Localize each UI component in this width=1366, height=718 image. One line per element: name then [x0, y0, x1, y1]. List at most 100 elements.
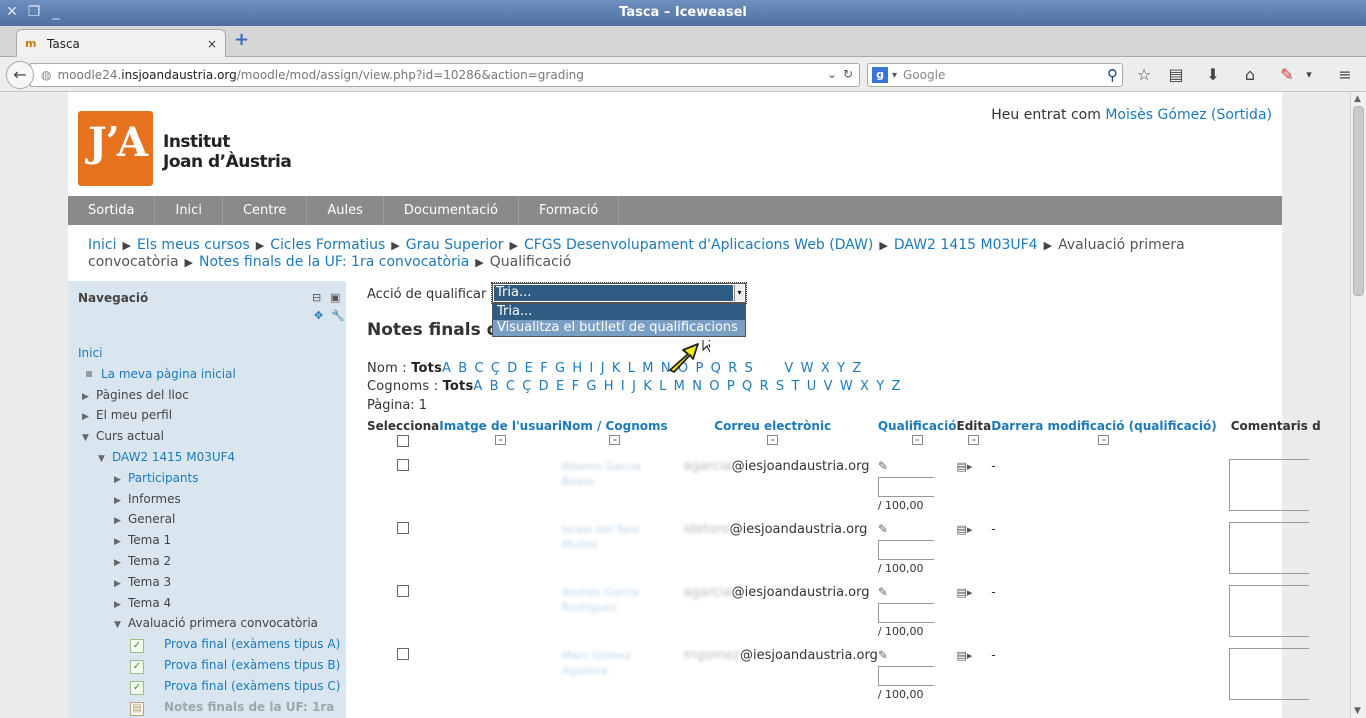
- dock-block-icon[interactable]: ▣: [330, 291, 340, 304]
- breadcrumb-link[interactable]: CFGS Desenvolupament d'Aplicacions Web (…: [524, 237, 873, 253]
- vertical-scrollbar[interactable]: ▲ ▼: [1350, 92, 1366, 718]
- addon-icon[interactable]: ✎: [1276, 64, 1298, 86]
- sidebar-item[interactable]: ▶ El meu perfil: [78, 405, 338, 426]
- home-icon[interactable]: ⌂: [1239, 64, 1261, 86]
- window-maximize-icon[interactable]: ❐: [26, 4, 42, 20]
- row-select-checkbox[interactable]: [397, 459, 410, 471]
- bookmark-star-icon[interactable]: ☆: [1133, 64, 1155, 86]
- edit-menu-icon[interactable]: ▤▸: [957, 586, 973, 599]
- sidebar-item[interactable]: ▼ DAW2 1415 M03UF4: [78, 447, 338, 468]
- grade-edit-icon[interactable]: ✎: [878, 648, 888, 662]
- feedback-comment-textarea[interactable]: [1228, 459, 1309, 511]
- bookmarks-list-icon[interactable]: ▤: [1165, 64, 1187, 86]
- collapse-column-icon[interactable]: –: [495, 435, 507, 445]
- grading-action-select[interactable]: Tria... ▾: [491, 282, 747, 304]
- column-header[interactable]: Qualificació –: [878, 417, 957, 451]
- filter-all-link[interactable]: Tots: [411, 361, 442, 376]
- expand-icon[interactable]: ▶: [114, 491, 128, 512]
- breadcrumb-link[interactable]: Grau Superior: [406, 237, 504, 253]
- breadcrumb-link[interactable]: DAW2 1415 M03UF4: [894, 237, 1038, 253]
- menu-item-centre[interactable]: Centre: [223, 196, 308, 225]
- scroll-down-icon[interactable]: ▼: [1354, 706, 1361, 716]
- logout-link[interactable]: Sortida: [1216, 107, 1266, 123]
- grade-input[interactable]: [877, 477, 934, 497]
- collapse-column-icon[interactable]: –: [968, 435, 980, 445]
- dropdown-option[interactable]: Visualitza el butlletí de qualificacions: [493, 320, 745, 336]
- menu-item-inici[interactable]: Inici: [155, 196, 223, 225]
- expand-icon[interactable]: ▶: [114, 532, 128, 553]
- menu-icon[interactable]: ≡: [1334, 64, 1356, 86]
- breadcrumb-link[interactable]: Cicles Formatius: [270, 237, 385, 253]
- edit-menu-icon[interactable]: ▤▸: [957, 523, 973, 536]
- feedback-comment-textarea[interactable]: [1228, 522, 1309, 574]
- sidebar-item[interactable]: ▶ Tema 2: [78, 551, 338, 572]
- student-name-link[interactable]: Israel del Toro Muñoz: [562, 523, 638, 551]
- column-header[interactable]: Nom / Cognoms –: [562, 417, 668, 451]
- sidebar-item[interactable]: ▶ Tema 1: [78, 530, 338, 551]
- new-tab-icon[interactable]: +: [234, 31, 252, 49]
- student-name-link[interactable]: Marc Gómez Aguilera: [562, 649, 631, 677]
- search-bar[interactable]: g ▾ Google ⚲: [867, 63, 1123, 87]
- filter-all-link[interactable]: Tots: [443, 379, 474, 394]
- collapse-icon[interactable]: ▼: [114, 615, 128, 636]
- search-icon[interactable]: ⚲: [1107, 66, 1118, 84]
- breadcrumb-link[interactable]: Els meus cursos: [137, 237, 250, 253]
- grade-input[interactable]: [877, 540, 934, 560]
- tab-close-icon[interactable]: ×: [207, 37, 217, 51]
- edit-menu-icon[interactable]: ▤▸: [957, 649, 973, 662]
- edit-menu-icon[interactable]: ▤▸: [957, 460, 973, 473]
- url-history-dropdown-icon[interactable]: ⌄: [827, 67, 837, 81]
- expand-icon[interactable]: ▶: [114, 511, 128, 532]
- google-engine-icon[interactable]: g: [872, 67, 888, 83]
- column-header[interactable]: Darrera modificació (qualificació) –: [991, 417, 1217, 451]
- expand-icon[interactable]: ▶: [114, 574, 128, 595]
- student-name-link[interactable]: Andrés García Rodríguez: [562, 586, 639, 614]
- sidebar-item[interactable]: ✓ Prova final (exàmens tipus A): [78, 634, 340, 655]
- expand-icon[interactable]: ▶: [114, 553, 128, 574]
- sidebar-item[interactable]: ▶ General: [78, 509, 338, 530]
- grade-edit-icon[interactable]: ✎: [878, 459, 888, 473]
- window-close-icon[interactable]: ✕: [4, 4, 20, 20]
- sidebar-item[interactable]: ▶ Tema 3: [78, 572, 338, 593]
- scrollbar-thumb[interactable]: [1353, 106, 1364, 296]
- breadcrumb-link[interactable]: Notes finals de la UF: 1ra convocatòria: [199, 254, 469, 270]
- grade-input[interactable]: [877, 603, 934, 623]
- feedback-comment-textarea[interactable]: [1228, 585, 1309, 637]
- grade-input[interactable]: [877, 666, 934, 686]
- select-arrow-icon[interactable]: ▾: [734, 285, 744, 301]
- sidebar-item[interactable]: ▼ Avaluació primera convocatòria: [78, 613, 338, 634]
- move-block-icon[interactable]: ✥: [314, 309, 323, 322]
- expand-icon[interactable]: ▶: [82, 407, 96, 428]
- sidebar-item[interactable]: ▶ Tema 4: [78, 593, 338, 614]
- collapse-icon[interactable]: ▼: [98, 449, 112, 470]
- first-name-letter-links-tail[interactable]: V W X Y Z: [784, 361, 862, 376]
- back-button[interactable]: ←: [6, 61, 34, 89]
- browser-tab[interactable]: m Tasca ×: [16, 29, 226, 57]
- collapse-icon[interactable]: ▼: [82, 428, 96, 449]
- sidebar-item[interactable]: Inici: [78, 343, 338, 364]
- collapse-column-icon[interactable]: –: [767, 435, 779, 445]
- sidebar-item[interactable]: ▶ Pàgines del lloc: [78, 385, 338, 406]
- engine-dropdown-icon[interactable]: ▾: [892, 70, 897, 81]
- column-header[interactable]: Imatge de l'usuari –: [439, 417, 562, 451]
- breadcrumb-link[interactable]: Inici: [88, 237, 116, 253]
- expand-icon[interactable]: ▶: [114, 470, 128, 491]
- menu-item-formacio[interactable]: Formació: [519, 196, 620, 225]
- collapse-column-icon[interactable]: –: [609, 435, 621, 445]
- addon-dropdown-icon[interactable]: ▾: [1298, 64, 1320, 86]
- reload-icon[interactable]: ↻: [843, 67, 853, 81]
- url-bar[interactable]: ◍ moodle24.insjoandaustria.org/moodle/mo…: [30, 63, 860, 87]
- user-profile-link[interactable]: Moisès Gómez: [1105, 107, 1206, 123]
- window-minimize-icon[interactable]: _: [48, 4, 64, 20]
- feedback-comment-textarea[interactable]: [1228, 648, 1309, 700]
- grade-edit-icon[interactable]: ✎: [878, 522, 888, 536]
- row-select-checkbox[interactable]: [397, 585, 410, 597]
- grade-edit-icon[interactable]: ✎: [878, 585, 888, 599]
- column-header[interactable]: Correu electrònic –: [668, 417, 878, 451]
- menu-item-aules[interactable]: Aules: [307, 196, 384, 225]
- menu-item-sortida[interactable]: Sortida: [68, 196, 156, 225]
- sidebar-item[interactable]: La meva pàgina inicial: [78, 364, 338, 385]
- downloads-icon[interactable]: ⬇: [1202, 64, 1224, 86]
- sidebar-item[interactable]: ▶ Participants: [78, 468, 338, 489]
- student-name-link[interactable]: Alberto García Beato: [562, 460, 641, 488]
